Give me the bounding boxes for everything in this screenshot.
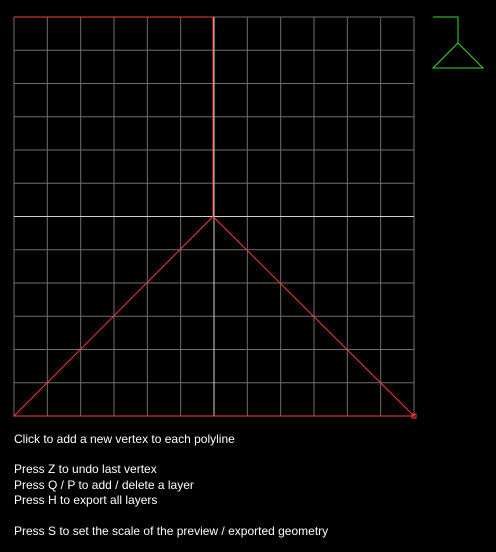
instruction-export: Press H to export all layers bbox=[14, 493, 158, 508]
instruction-add-vertex: Click to add a new vertex to each polyli… bbox=[14, 432, 235, 446]
instruction-scale: Press S to set the scale of the preview … bbox=[14, 523, 329, 538]
instructions-panel: Click to add a new vertex to each polyli… bbox=[14, 432, 328, 539]
instruction-layers: Press Q / P to add / delete a layer bbox=[14, 477, 194, 492]
instruction-undo: Press Z to undo last vertex bbox=[14, 462, 157, 477]
preview-shape bbox=[431, 16, 485, 69]
